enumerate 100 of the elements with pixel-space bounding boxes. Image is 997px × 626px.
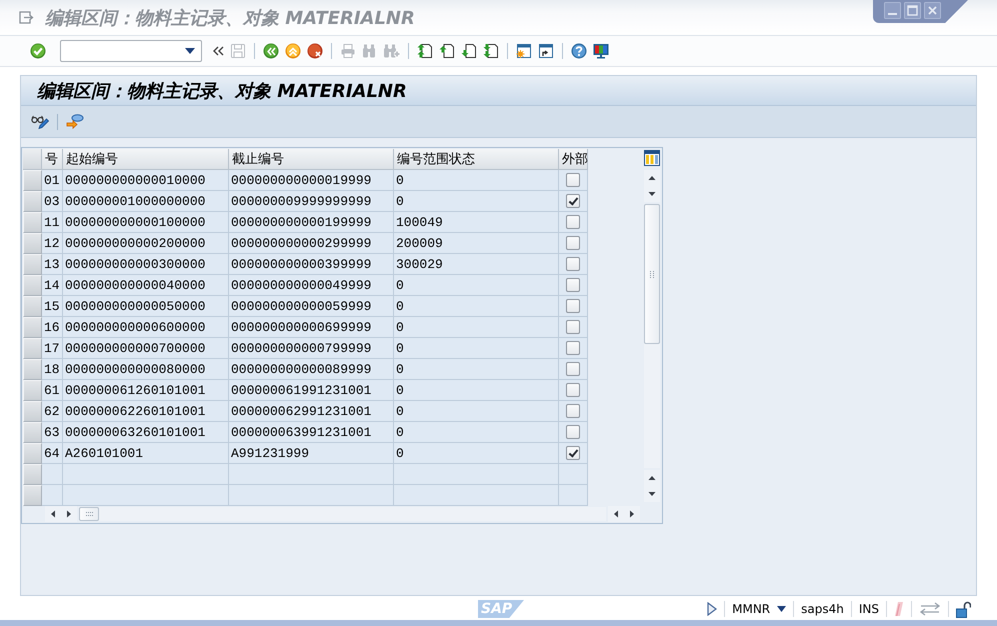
row-selector[interactable] xyxy=(23,170,42,191)
table-cell: 0 xyxy=(394,443,559,464)
circle-double-left-icon[interactable] xyxy=(263,43,279,59)
table-cell: 000000000000010000 xyxy=(63,170,229,191)
table-cell: 0 xyxy=(394,170,559,191)
scroll-right-icon[interactable] xyxy=(61,506,77,522)
table-cell: 000000062991231001 xyxy=(229,401,394,422)
scroll-track[interactable] xyxy=(644,204,660,468)
checkbox[interactable] xyxy=(566,215,580,229)
table-cell: 61 xyxy=(42,380,63,401)
checkbox[interactable] xyxy=(566,278,580,292)
scroll-down-icon[interactable] xyxy=(644,486,660,502)
table-cell: 14 xyxy=(42,275,63,296)
window-title: 编辑区间：物料主记录、对象 MATERIALNR xyxy=(45,6,415,30)
table-cell: 0 xyxy=(394,317,559,338)
column-header[interactable]: 截止编号 xyxy=(229,149,394,170)
command-field[interactable] xyxy=(60,40,202,62)
table-cell: 000000000000059999 xyxy=(229,296,394,317)
table-cell: 0 xyxy=(394,191,559,212)
scroll-left-icon[interactable] xyxy=(608,506,624,522)
table-cell: 12 xyxy=(42,233,63,254)
row-selector[interactable] xyxy=(23,380,42,401)
checkbox[interactable] xyxy=(566,404,580,418)
column-header[interactable]: 编号范围状态 xyxy=(394,149,559,170)
row-selector[interactable] xyxy=(23,275,42,296)
table-cell: 000000063991231001 xyxy=(229,422,394,443)
row-selector[interactable] xyxy=(23,422,42,443)
logo: SAP xyxy=(478,600,524,618)
circle-double-up-icon[interactable] xyxy=(285,43,301,59)
column-header[interactable]: 号 xyxy=(42,149,63,170)
table-cell: 11 xyxy=(42,212,63,233)
caret-down-icon[interactable] xyxy=(185,48,195,54)
checkbox[interactable] xyxy=(566,173,580,187)
open-lock-icon[interactable] xyxy=(956,600,971,618)
page-down-arrow-icon[interactable] xyxy=(461,43,477,59)
row-selector[interactable] xyxy=(23,443,42,464)
system-name: MMNR xyxy=(732,602,770,616)
table-cell: 17 xyxy=(42,338,63,359)
column-header[interactable]: 外部 xyxy=(559,149,588,170)
table-cell: 62 xyxy=(42,401,63,422)
table-cell: 100049 xyxy=(394,212,559,233)
scroll-thumb[interactable] xyxy=(79,507,99,521)
row-selector[interactable] xyxy=(23,212,42,233)
table-cell: 000000000000080000 xyxy=(63,359,229,380)
scroll-up-icon[interactable] xyxy=(644,470,660,486)
checkbox[interactable] xyxy=(566,299,580,313)
table-cell: 200009 xyxy=(394,233,559,254)
checkbox[interactable] xyxy=(566,341,580,355)
close-icon[interactable] xyxy=(924,2,941,19)
scroll-down-icon[interactable] xyxy=(644,186,660,202)
minimize-icon[interactable] xyxy=(884,2,901,19)
page-double-up-arrow-icon[interactable] xyxy=(417,43,433,59)
table-cell: 0 xyxy=(394,296,559,317)
scroll-up-icon[interactable] xyxy=(644,170,660,186)
column-header[interactable]: 起始编号 xyxy=(63,149,229,170)
server-name: saps4h xyxy=(801,602,844,616)
row-selector[interactable] xyxy=(23,233,42,254)
row-selector[interactable] xyxy=(23,254,42,275)
scroll-track[interactable] xyxy=(79,507,606,521)
checkbox[interactable] xyxy=(566,383,580,397)
checkbox[interactable] xyxy=(566,362,580,376)
arrow-oval-icon[interactable] xyxy=(66,114,84,130)
checkbox[interactable] xyxy=(566,320,580,334)
row-selector[interactable] xyxy=(23,338,42,359)
checkbox[interactable] xyxy=(566,425,580,439)
table-cell: 000000000000799999 xyxy=(229,338,394,359)
input-mode[interactable]: INS xyxy=(858,602,879,616)
table-cell: 0 xyxy=(394,359,559,380)
glasses-pencil-icon[interactable] xyxy=(31,114,49,130)
table-cell: 000000000000700000 xyxy=(63,338,229,359)
page-double-down-arrow-icon[interactable] xyxy=(483,43,499,59)
maximize-icon[interactable] xyxy=(904,2,921,19)
table-cell: 000000000000050000 xyxy=(63,296,229,317)
row-selector[interactable] xyxy=(23,317,42,338)
scroll-left-icon[interactable] xyxy=(45,506,61,522)
scroll-right-icon[interactable] xyxy=(624,506,640,522)
circle-x-icon[interactable] xyxy=(307,43,323,59)
checkbox[interactable] xyxy=(566,194,580,208)
row-selector[interactable] xyxy=(23,191,42,212)
table-cell: 000000062260101001 xyxy=(63,401,229,422)
checkbox[interactable] xyxy=(566,446,580,460)
check-icon[interactable] xyxy=(30,43,46,59)
row-selector[interactable] xyxy=(23,359,42,380)
play-triangle-icon[interactable] xyxy=(707,602,718,616)
row-selector[interactable] xyxy=(23,401,42,422)
checkbox[interactable] xyxy=(566,236,580,250)
row-selector[interactable] xyxy=(23,296,42,317)
checkbox[interactable] xyxy=(566,257,580,271)
window-sun-icon[interactable] xyxy=(516,43,532,59)
scroll-thumb[interactable] xyxy=(644,204,660,344)
table-cell: 000000000000200000 xyxy=(63,233,229,254)
select-all-button[interactable] xyxy=(23,149,42,170)
page-up-arrow-icon[interactable] xyxy=(439,43,455,59)
table-cell: 000000000000019999 xyxy=(229,170,394,191)
column-grid-icon[interactable] xyxy=(644,150,660,166)
help-icon[interactable] xyxy=(571,43,587,59)
row-selector[interactable] xyxy=(23,464,42,485)
table-cell: 0 xyxy=(394,422,559,443)
monitor-icon[interactable] xyxy=(593,43,609,59)
caret-down-icon[interactable] xyxy=(777,606,786,612)
